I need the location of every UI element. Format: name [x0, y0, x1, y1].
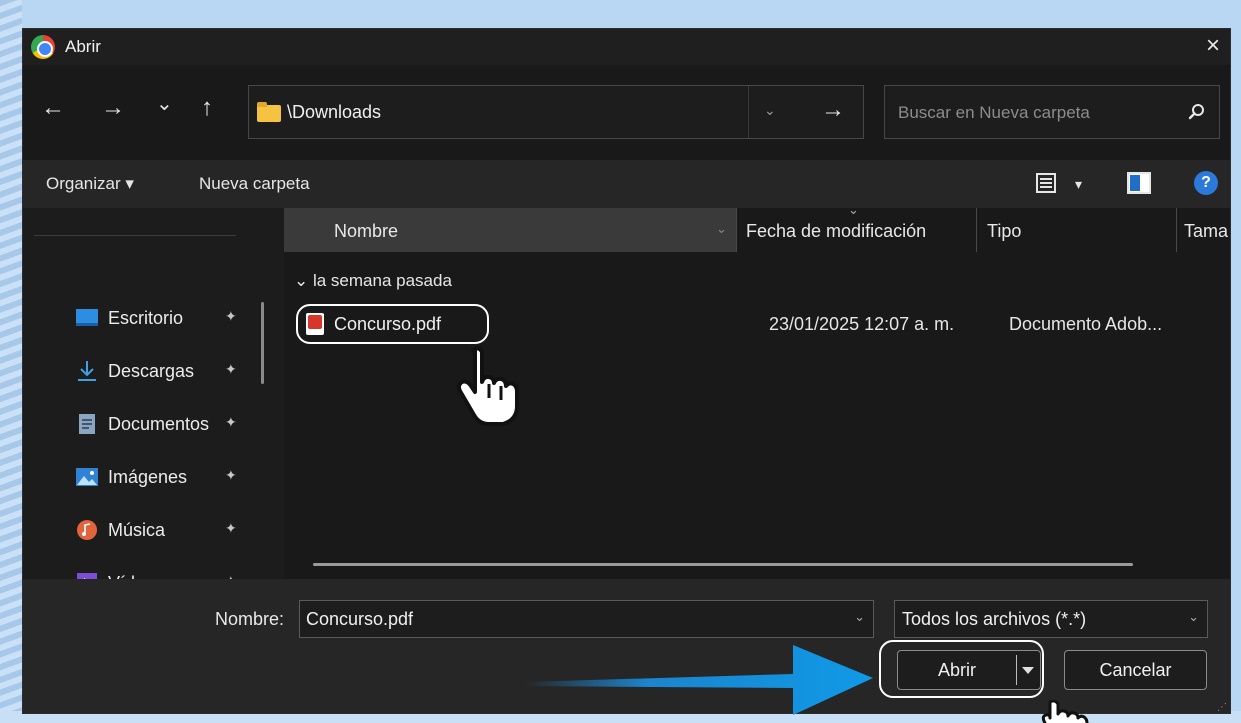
group-header[interactable]: ⌄ la semana pasada [294, 271, 452, 291]
horizontal-scrollbar[interactable] [313, 563, 1133, 566]
view-dropdown-button[interactable]: ▾ [1075, 176, 1082, 193]
navigation-scrollbar[interactable] [261, 302, 264, 384]
resize-grip-icon[interactable]: ⋰ [1217, 702, 1227, 713]
organize-menu[interactable]: Organizar ▾ [46, 174, 134, 194]
sidebar-item-label: Escritorio [108, 308, 184, 328]
address-text: \Downloads [287, 102, 382, 122]
filename-input[interactable]: Concurso.pdf ⌄ [299, 600, 874, 638]
go-button[interactable]: → [821, 96, 845, 124]
image-icon [76, 468, 98, 486]
dialog-title: Abrir [65, 37, 101, 56]
split-divider [1016, 655, 1017, 685]
file-type: Documento Adob... [1009, 314, 1163, 334]
preview-pane-icon[interactable] [1127, 172, 1151, 194]
sidebar-item-escritorio[interactable]: Escritorio ✦ [75, 304, 255, 334]
pointer-arrow-icon [525, 645, 873, 715]
column-separator[interactable] [1176, 208, 1177, 252]
cancel-button[interactable]: Cancelar [1064, 650, 1207, 690]
column-header-row: Nombre ⌄ Fecha de modificación ⌄ Tipo Ta… [284, 202, 1230, 252]
view-list-icon[interactable] [1035, 172, 1057, 194]
pane-divider [34, 235, 236, 236]
file-type-select[interactable]: Todos los archivos (*.*) ⌄ [894, 600, 1208, 638]
column-header-modified[interactable]: Fecha de modificación [746, 221, 926, 242]
column-header-name[interactable]: Nombre ⌄ [284, 208, 736, 252]
forward-button[interactable]: → [101, 93, 125, 123]
file-modified: 23/01/2025 12:07 a. m. [769, 314, 955, 334]
download-icon [78, 361, 96, 381]
pin-icon: ✦ [225, 361, 237, 377]
filename-label: Nombre: [215, 609, 285, 629]
sidebar-item-imagenes[interactable]: Imágenes ✦ [75, 463, 255, 493]
command-toolbar: Organizar ▾ Nueva carpeta ▾ ? [23, 160, 1230, 208]
pin-icon: ✦ [225, 414, 237, 430]
open-button-label: Abrir [937, 660, 976, 680]
recent-locations-button[interactable]: ⌄ [156, 89, 173, 119]
hand-cursor-icon [456, 346, 519, 426]
up-button[interactable]: ↑ [201, 93, 213, 123]
sidebar-item-musica[interactable]: Música ✦ [75, 516, 255, 546]
hand-cursor-icon [1041, 700, 1089, 723]
pin-icon: ✦ [225, 308, 237, 324]
address-path[interactable]: \Downloads [249, 86, 749, 138]
title-bar: Abrir × [23, 29, 1230, 65]
chevron-down-icon[interactable]: ⌄ [1188, 609, 1199, 625]
sidebar-item-label: Música [108, 520, 166, 540]
column-separator[interactable] [736, 208, 737, 252]
sidebar-item-label: Imágenes [108, 467, 188, 487]
open-file-dialog: Abrir × ← → ⌄ ↑ \Downloads ⌄ → Buscar en… [22, 28, 1231, 714]
search-placeholder: Buscar en Nueva carpeta [898, 103, 1090, 122]
background-pattern [0, 0, 22, 723]
desktop-icon [76, 309, 98, 326]
new-folder-button[interactable]: Nueva carpeta [199, 174, 310, 194]
open-button[interactable]: Abrir [897, 650, 1041, 690]
file-type-value: Todos los archivos (*.*) [902, 609, 1087, 629]
pdf-file-icon [306, 313, 324, 335]
file-name: Concurso.pdf [334, 314, 442, 334]
address-dropdown-button[interactable]: ⌄ [764, 102, 776, 119]
dropdown-arrow-icon[interactable] [1022, 667, 1034, 674]
chevron-down-icon[interactable]: ⌄ [854, 609, 865, 625]
search-input[interactable]: Buscar en Nueva carpeta [884, 85, 1220, 139]
close-button[interactable]: × [1206, 32, 1220, 60]
sidebar-item-descargas[interactable]: Descargas ✦ [75, 357, 255, 387]
file-list-pane: Nombre ⌄ Fecha de modificación ⌄ Tipo Ta… [284, 202, 1230, 579]
navigation-bar: ← → ⌄ ↑ \Downloads ⌄ → Buscar en Nueva c… [23, 65, 1230, 160]
column-separator[interactable] [976, 208, 977, 252]
chrome-icon [31, 35, 55, 59]
sidebar-item-documentos[interactable]: Documentos ✦ [75, 410, 255, 440]
address-bar[interactable]: \Downloads ⌄ → [248, 85, 864, 139]
search-icon[interactable] [1187, 102, 1207, 122]
document-icon [79, 414, 95, 434]
chevron-down-icon: ⌄ [716, 221, 727, 236]
help-icon[interactable]: ? [1194, 171, 1218, 195]
back-button[interactable]: ← [41, 93, 65, 123]
pin-icon: ✦ [225, 467, 237, 483]
sidebar-item-label: Documentos [108, 414, 210, 434]
column-header-size[interactable]: Tama [1184, 221, 1228, 242]
file-row[interactable]: Concurso.pdf 23/01/2025 12:07 a. m. Docu… [296, 304, 1226, 348]
sort-indicator-icon: ⌄ [848, 202, 859, 217]
folder-icon [257, 102, 281, 122]
filename-value: Concurso.pdf [306, 609, 414, 629]
sidebar-item-label: Descargas [108, 361, 195, 381]
column-name-label: Nombre [334, 221, 399, 241]
pin-icon: ✦ [225, 520, 237, 536]
navigation-pane: Escritorio ✦ Descargas ✦ Documentos ✦ Im… [23, 208, 278, 593]
music-icon [77, 520, 97, 540]
column-header-type[interactable]: Tipo [987, 221, 1021, 242]
